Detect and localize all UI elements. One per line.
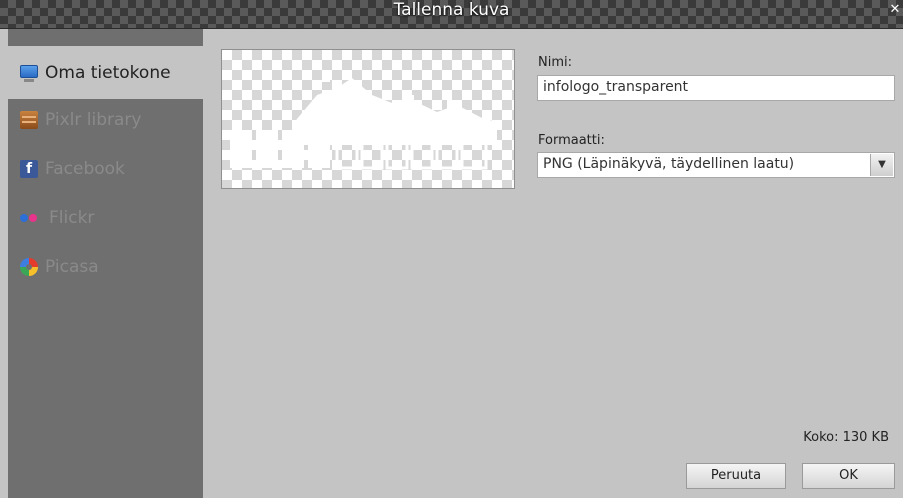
sidebar-item-label: Flickr [49,208,95,228]
sidebar-item-oma-tietokone[interactable]: Oma tietokone [8,46,203,99]
file-name-input[interactable]: infologo_transparent [537,75,895,101]
format-select[interactable]: PNG (Läpinäkyvä, täydellinen laatu) ▼ [537,152,895,178]
cancel-button[interactable]: Peruuta [686,463,786,489]
computer-icon [20,64,38,82]
save-destination-sidebar: Oma tietokone Pixlr library f Facebook F… [8,29,203,498]
picasa-icon [20,258,38,276]
sidebar-item-label: Pixlr library [45,110,142,130]
dialog-titlebar: Tallenna kuva ✕ [0,0,903,29]
facebook-icon: f [20,160,38,178]
format-label: Formaatti: [538,133,605,148]
dialog-title: Tallenna kuva [393,0,510,20]
sidebar-item-flickr[interactable]: Flickr [8,193,203,243]
file-size-text: Koko: 130 KB [803,430,889,445]
library-icon [20,111,38,129]
sidebar-item-facebook[interactable]: f Facebook [8,144,203,194]
ok-button[interactable]: OK [802,463,895,489]
format-selected-value: PNG (Läpinäkyvä, täydellinen laatu) [543,156,795,172]
logo-preview-graphic [230,70,497,170]
sidebar-item-pixlr-library[interactable]: Pixlr library [8,95,203,145]
sidebar-item-label: Facebook [45,159,125,179]
sidebar-item-picasa[interactable]: Picasa [8,242,203,292]
chevron-down-icon[interactable]: ▼ [870,154,893,176]
sidebar-item-label: Picasa [45,257,99,277]
flickr-icon [20,209,42,227]
sidebar-item-label: Oma tietokone [45,62,171,83]
image-preview [221,49,515,189]
name-label: Nimi: [538,55,572,70]
close-icon[interactable]: ✕ [887,2,903,18]
